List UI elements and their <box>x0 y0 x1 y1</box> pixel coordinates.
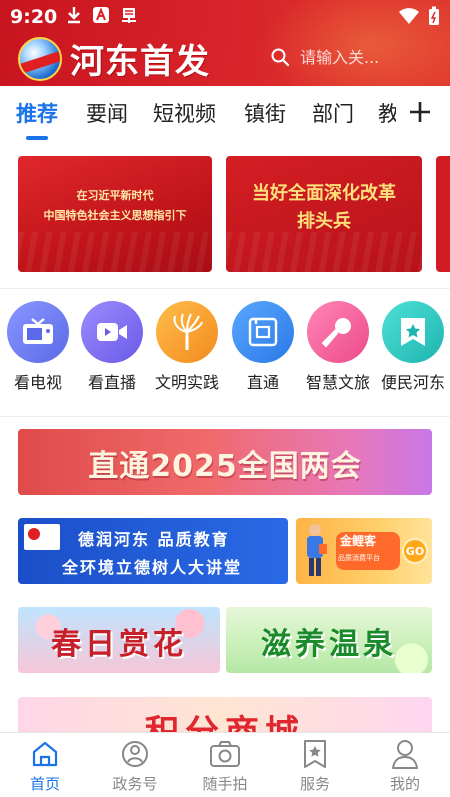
tab-short-video[interactable]: 短视频 <box>153 98 216 128</box>
app-logo: 河东首发 <box>18 34 210 83</box>
tab-news[interactable]: 要闻 <box>86 98 128 128</box>
status-time: 9:20 <box>10 6 58 28</box>
nav-snapshot[interactable]: 随手拍 <box>180 737 270 794</box>
banner-decoration <box>226 232 422 272</box>
banner-headline: 在习近平新时代 中国特色社会主义思想指引下 <box>18 186 212 226</box>
service-bookmark-icon[interactable] <box>298 737 332 771</box>
government-account-icon[interactable] <box>118 737 152 771</box>
search-icon[interactable] <box>270 47 290 67</box>
tab-departments[interactable]: 部门 <box>312 98 354 128</box>
banner-title: 春日赏花 <box>51 627 187 662</box>
plus-icon[interactable] <box>408 100 432 124</box>
nav-service[interactable]: 服务 <box>270 737 360 794</box>
two-sessions-banner[interactable]: 直通2025全国两会 <box>18 429 432 495</box>
bug-icon <box>122 8 136 23</box>
search-box[interactable] <box>270 40 440 74</box>
jinlike-title: 金鲤客 <box>340 534 377 548</box>
nav-label: 我的 <box>389 775 420 793</box>
banner-decoration <box>18 232 212 272</box>
nav-profile[interactable]: 我的 <box>360 737 450 794</box>
banner-line: 中国特色社会主义思想指引下 <box>43 209 187 222</box>
nav-home[interactable]: 首页 <box>0 737 90 794</box>
status-notifications <box>66 6 138 24</box>
banner-title: 直通2025全国两会 <box>88 449 362 484</box>
quick-entry-watch-tv[interactable]: 看电视 <box>1 301 75 393</box>
carousel-banner-peek[interactable] <box>436 156 450 272</box>
torch-icon[interactable] <box>156 301 218 363</box>
education-logo-icon <box>24 524 60 550</box>
banner-carousel[interactable]: 在习近平新时代 中国特色社会主义思想指引下 当好全面深化改革 排头兵 <box>0 142 450 288</box>
banner-headline: 当好全面深化改革 排头兵 <box>226 180 422 236</box>
bottom-navigation: 首页 政务号 随手拍 服务 我的 <box>0 732 450 797</box>
quick-entry-label: 看直播 <box>87 373 136 392</box>
banner-line: 全环境立德树人大讲堂 <box>62 558 243 577</box>
jinlike-subtitle: 品质消费平台 <box>338 554 380 562</box>
shopper-illustration-icon <box>307 524 327 576</box>
download-icon <box>68 7 80 24</box>
banner-title: 滋养温泉 <box>261 627 397 662</box>
spring-flower-banner[interactable]: 春日赏花 <box>18 607 220 673</box>
nav-label: 政务号 <box>112 775 158 793</box>
microphone-icon[interactable] <box>307 301 369 363</box>
tab-recommend[interactable]: 推荐 <box>16 98 58 128</box>
quick-entry-direct[interactable]: 直通 <box>226 301 300 393</box>
education-banner[interactable]: 德润河东 品质教育 全环境立德树人大讲堂 <box>18 518 288 584</box>
star-bookmark-icon[interactable] <box>382 301 444 363</box>
go-button[interactable]: GO <box>402 538 428 564</box>
quick-entry-civilization[interactable]: 文明实践 <box>150 301 224 393</box>
video-camera-icon[interactable] <box>81 301 143 363</box>
app-title: 河东首发 <box>70 42 210 82</box>
quick-entry-live[interactable]: 看直播 <box>75 301 149 393</box>
feature-banners: 直通2025全国两会 德润河东 品质教育 全环境立德树人大讲堂 金鲤客 品质消费… <box>0 416 450 732</box>
status-bar: 9:20 <box>0 0 450 34</box>
active-tab-indicator <box>26 136 48 140</box>
app-header: 9:20 河东首发 请输入关... <box>0 0 450 86</box>
camera-icon[interactable] <box>208 737 242 771</box>
tab-education[interactable]: 教 <box>378 98 396 128</box>
channel-tabs: 推荐 要闻 短视频 镇街 部门 教 <box>0 86 450 142</box>
quick-entry-label: 便民河东 <box>380 373 445 392</box>
logo-globe-icon <box>18 36 62 81</box>
carousel-banner[interactable]: 当好全面深化改革 排头兵 <box>226 156 422 272</box>
tabs-scroll[interactable]: 推荐 要闻 短视频 镇街 部门 教 <box>0 86 396 142</box>
quick-entry-label: 文明实践 <box>154 373 219 392</box>
tab-towns[interactable]: 镇街 <box>244 98 286 128</box>
tv-icon[interactable] <box>7 301 69 363</box>
jinlike-banner[interactable]: 金鲤客 品质消费平台 GO <box>296 518 432 584</box>
nav-government[interactable]: 政务号 <box>90 737 180 794</box>
hot-spring-banner[interactable]: 滋养温泉 <box>226 607 432 673</box>
wifi-icon <box>399 8 419 24</box>
add-channel-button[interactable] <box>404 94 436 130</box>
status-system-icons <box>398 6 440 26</box>
ask-icon[interactable] <box>232 301 294 363</box>
profile-icon[interactable] <box>388 737 422 771</box>
banner-line: 在习近平新时代 <box>76 189 154 202</box>
quick-entry-label: 直通 <box>246 373 279 392</box>
nav-label: 服务 <box>299 775 330 793</box>
search-input[interactable] <box>300 47 420 67</box>
nav-label: 随手拍 <box>202 775 248 793</box>
app-notification-icon <box>93 7 109 23</box>
quick-entry-label: 智慧文旅 <box>305 373 370 392</box>
battery-icon <box>429 6 439 25</box>
quick-entry-convenience[interactable]: 便民河东 <box>376 301 450 393</box>
banner-line: 当好全面深化改革 <box>252 183 396 204</box>
banner-title: 积分商城 <box>18 705 432 732</box>
carousel-banner[interactable]: 在习近平新时代 中国特色社会主义思想指引下 <box>18 156 212 272</box>
quick-entry-smart-tourism[interactable]: 智慧文旅 <box>301 301 375 393</box>
points-mall-banner[interactable]: 积分商城 <box>18 697 432 732</box>
quick-entry-label: 看电视 <box>13 373 62 392</box>
quick-entry-grid: 看电视 看直播 文明实践 直通 智慧文旅 便民河东 <box>0 288 450 416</box>
home-icon[interactable] <box>28 737 62 771</box>
nav-label: 首页 <box>29 775 60 793</box>
banner-line: 德润河东 品质教育 <box>78 530 230 549</box>
